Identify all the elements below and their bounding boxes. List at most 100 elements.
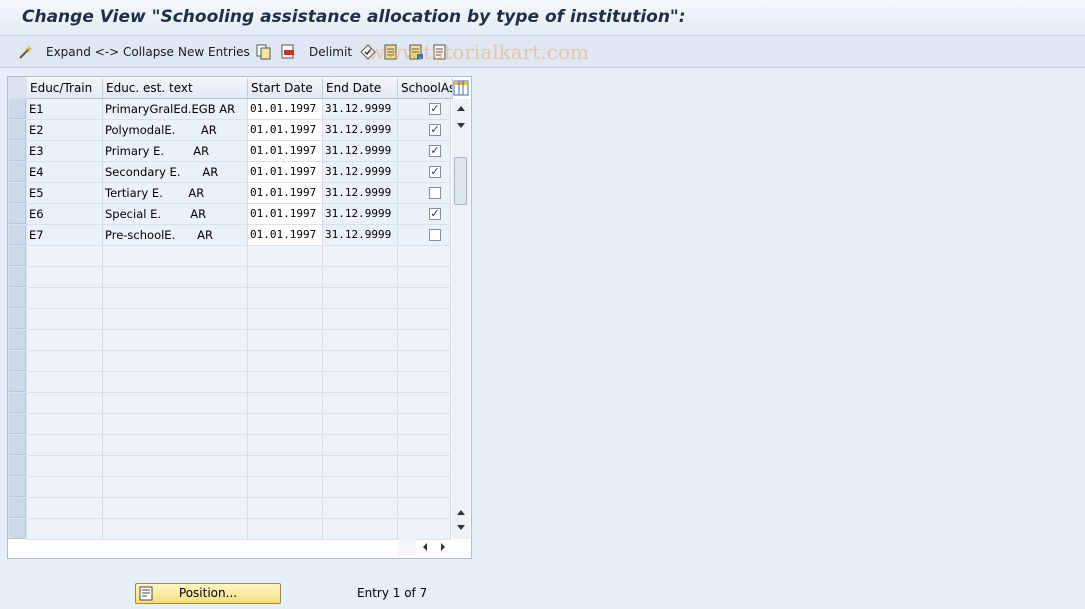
cell-school-assistance[interactable] xyxy=(398,393,451,414)
row-selector[interactable] xyxy=(9,120,26,140)
scroll-left-icon[interactable] xyxy=(420,542,430,552)
wand-icon[interactable] xyxy=(18,44,34,60)
cell-school-assistance[interactable] xyxy=(398,351,451,372)
cell-school-assistance[interactable] xyxy=(398,498,451,519)
cell-school-assistance[interactable] xyxy=(398,267,451,288)
scroll-down-icon[interactable] xyxy=(455,523,467,533)
table-settings-icon[interactable] xyxy=(453,80,469,96)
row-selector[interactable] xyxy=(9,330,26,350)
cell-start-date[interactable] xyxy=(248,372,323,393)
cell-start-date[interactable] xyxy=(248,330,323,351)
cell-start-date[interactable] xyxy=(248,393,323,414)
row-selector[interactable] xyxy=(9,351,26,371)
cell-school-assistance[interactable] xyxy=(398,330,451,351)
scroll-thumb[interactable] xyxy=(454,157,467,205)
cell-school-assistance[interactable]: ✓ xyxy=(398,141,451,162)
school-assistance-checkbox[interactable]: ✓ xyxy=(429,166,441,178)
cell-start-date[interactable] xyxy=(248,477,323,498)
row-selector[interactable] xyxy=(9,288,26,308)
row-selector[interactable] xyxy=(9,162,26,182)
school-assistance-checkbox[interactable]: ✓ xyxy=(429,145,441,157)
row-selector[interactable] xyxy=(9,246,26,266)
cell-start-date[interactable]: 01.01.1997 xyxy=(248,225,323,246)
cell-school-assistance[interactable] xyxy=(398,225,451,246)
cell-school-assistance[interactable] xyxy=(398,435,451,456)
row-selector[interactable] xyxy=(9,414,26,434)
row-selector[interactable] xyxy=(9,393,26,413)
row-selector[interactable] xyxy=(9,267,26,287)
cell-start-date[interactable]: 01.01.1997 xyxy=(248,141,323,162)
row-selector[interactable] xyxy=(9,498,26,518)
cell-school-assistance[interactable] xyxy=(398,309,451,330)
cell-start-date[interactable] xyxy=(248,435,323,456)
cell-start-date[interactable] xyxy=(248,267,323,288)
cell-start-date[interactable]: 01.01.1997 xyxy=(248,183,323,204)
column-header-school-assistance[interactable]: SchoolAss xyxy=(398,78,453,99)
table-row xyxy=(27,477,451,498)
cell-school-assistance[interactable] xyxy=(398,372,451,393)
cell-school-assistance[interactable] xyxy=(398,477,451,498)
school-assistance-checkbox[interactable]: ✓ xyxy=(429,103,441,115)
row-selector[interactable] xyxy=(9,456,26,476)
cell-start-date[interactable]: 01.01.1997 xyxy=(248,162,323,183)
cell-school-assistance[interactable] xyxy=(398,519,451,540)
school-assistance-checkbox[interactable]: ✓ xyxy=(429,124,441,136)
expand-collapse-button[interactable]: Expand <-> Collapse xyxy=(46,36,174,68)
school-assistance-checkbox[interactable]: ✓ xyxy=(429,208,441,220)
cell-educ-train xyxy=(27,414,103,435)
row-selector[interactable] xyxy=(9,435,26,455)
cell-school-assistance[interactable]: ✓ xyxy=(398,204,451,225)
row-selector[interactable] xyxy=(9,204,26,224)
row-selector[interactable] xyxy=(9,372,26,392)
cell-start-date[interactable] xyxy=(248,351,323,372)
row-selector[interactable] xyxy=(9,183,26,203)
cell-educ-text: Secondary E. AR xyxy=(103,162,248,183)
delimit-button[interactable]: Delimit xyxy=(309,36,352,68)
row-selector[interactable] xyxy=(9,141,26,161)
row-selector[interactable] xyxy=(9,519,26,539)
cell-start-date[interactable] xyxy=(248,519,323,540)
school-assistance-checkbox[interactable] xyxy=(429,187,441,199)
cell-start-date[interactable]: 01.01.1997 xyxy=(248,120,323,141)
cell-school-assistance[interactable]: ✓ xyxy=(398,162,451,183)
cell-start-date[interactable]: 01.01.1997 xyxy=(248,204,323,225)
cell-start-date[interactable] xyxy=(248,309,323,330)
row-selector[interactable] xyxy=(9,99,26,119)
cell-start-date[interactable]: 01.01.1997 xyxy=(248,99,323,120)
delete-icon[interactable] xyxy=(280,44,296,60)
school-assistance-checkbox[interactable] xyxy=(429,229,441,241)
column-header-educ-train[interactable]: Educ/Train xyxy=(27,78,103,99)
scroll-up-icon[interactable] xyxy=(455,103,467,113)
cell-start-date[interactable] xyxy=(248,288,323,309)
cell-school-assistance[interactable] xyxy=(398,183,451,204)
table-row xyxy=(27,309,451,330)
scroll-right-icon[interactable] xyxy=(438,542,448,552)
table-row: E6 Special E. AR 01.01.1997 31.12.9999 ✓ xyxy=(27,204,451,225)
cell-school-assistance[interactable] xyxy=(398,246,451,267)
cell-school-assistance[interactable]: ✓ xyxy=(398,120,451,141)
position-button[interactable]: Position... xyxy=(135,583,281,604)
scroll-down-small-icon[interactable] xyxy=(455,121,467,131)
row-selector[interactable] xyxy=(9,225,26,245)
copy-icon[interactable] xyxy=(256,44,272,60)
row-selector[interactable] xyxy=(9,309,26,329)
cell-school-assistance[interactable] xyxy=(398,288,451,309)
new-entries-button[interactable]: New Entries xyxy=(178,36,250,68)
cell-school-assistance[interactable] xyxy=(398,456,451,477)
row-selector[interactable] xyxy=(9,477,26,497)
cell-school-assistance[interactable]: ✓ xyxy=(398,99,451,120)
column-header-end-date[interactable]: End Date xyxy=(323,78,398,99)
cell-school-assistance[interactable] xyxy=(398,414,451,435)
cell-educ-train xyxy=(27,519,103,540)
cell-start-date[interactable] xyxy=(248,246,323,267)
cell-start-date[interactable] xyxy=(248,498,323,519)
cell-start-date[interactable] xyxy=(248,456,323,477)
scroll-up-bottom-icon[interactable] xyxy=(455,507,467,517)
cell-educ-text: Pre-schoolE. AR xyxy=(103,225,248,246)
horizontal-scrollbar[interactable] xyxy=(398,539,470,555)
column-header-educ-text[interactable]: Educ. est. text xyxy=(103,78,248,99)
cell-start-date[interactable] xyxy=(248,414,323,435)
vertical-scrollbar[interactable] xyxy=(452,99,470,539)
table-row xyxy=(27,519,451,540)
column-header-start-date[interactable]: Start Date xyxy=(248,78,323,99)
